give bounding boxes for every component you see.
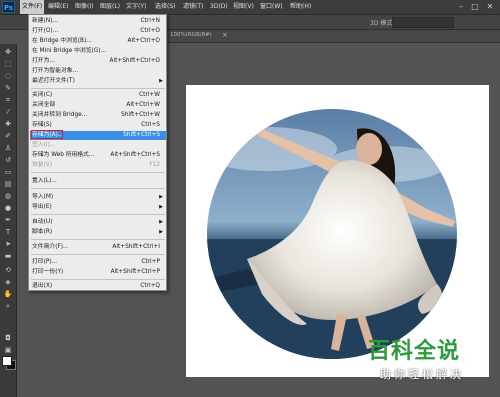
menu-item-import[interactable]: 导入(M) ▶ [30,193,166,202]
menu-item-close-all[interactable]: 关闭全部 Alt+Ctrl+W [30,101,166,110]
menu-item-recent-files[interactable]: 最近打开文件(T) ▶ [30,77,166,86]
menu-3d[interactable]: 3D(D) [210,0,228,14]
crop-tool-icon[interactable]: ⌗ [3,96,13,104]
submenu-arrow-icon: ▶ [159,194,163,200]
document-tab[interactable]: 100%(RGB/8#) [170,32,212,38]
menu-separator [31,279,165,280]
3d-mode-controls[interactable] [392,17,454,28]
move-tool-icon[interactable]: ✥ [3,48,13,56]
menu-item-automate[interactable]: 自动(U) ▶ [30,218,166,227]
menu-help[interactable]: 帮助(H) [290,0,311,14]
submenu-arrow-icon: ▶ [159,229,163,235]
blur-tool-icon[interactable]: ◍ [3,192,13,200]
menu-layer[interactable]: 图层(L) [100,0,120,14]
menu-separator [31,254,165,255]
eyedropper-tool-icon[interactable]: ⁄ [3,108,13,116]
menu-item-open-as[interactable]: 打开为... Alt+Shift+Ctrl+O [30,57,166,66]
quick-mask-icon[interactable]: ◘ [3,334,13,342]
menu-item-export[interactable]: 导出(E) ▶ [30,203,166,212]
eraser-tool-icon[interactable]: ▭ [3,168,13,176]
menu-item-file-info[interactable]: 文件简介(F)... Alt+Shift+Ctrl+I [30,243,166,252]
shape-tool-icon[interactable]: ▬ [3,252,13,260]
3d-mode-label: 3D 模式: [370,20,395,27]
quick-select-tool-icon[interactable]: ✎ [3,84,13,92]
menu-item-revert: 恢复(V) F12 [32,162,160,168]
menu-item-new[interactable]: 新建(N)... Ctrl+N [30,17,166,26]
watermark-subtitle: 助你轻松解决 [380,368,464,381]
hand-tool-icon[interactable]: ✋ [3,290,13,298]
submenu-arrow-icon: ▶ [159,219,163,225]
menu-separator [31,214,165,215]
brush-tool-icon[interactable]: ✐ [3,132,13,140]
healing-brush-tool-icon[interactable]: ✚ [3,120,13,128]
menu-type[interactable]: 文字(Y) [126,0,146,14]
zoom-tool-icon[interactable]: ⌕ [3,302,13,310]
menu-separator [31,239,165,240]
path-selection-tool-icon[interactable]: ➤ [3,240,13,248]
tab-close-icon[interactable]: × [222,31,228,39]
pen-tool-icon[interactable]: ✒ [3,216,13,224]
menu-item-place[interactable]: 置入(L)... [30,177,166,186]
menu-item-open-smart-object[interactable]: 打开为智能对象... [30,67,166,76]
menu-item-save-for-web[interactable]: 存储为 Web 所用格式... Alt+Shift+Ctrl+S [30,151,166,160]
close-icon[interactable]: ✕ [485,2,495,11]
menu-item-exit[interactable]: 退出(X) Ctrl+Q [30,282,166,291]
menu-item-save-as[interactable]: 存储为(A)... Shift+Ctrl+S [30,130,166,140]
submenu-arrow-icon: ▶ [159,204,163,210]
marquee-tool-icon[interactable]: ⬚ [3,60,13,68]
menu-filter[interactable]: 滤镜(T) [183,0,203,14]
menu-separator [31,172,165,173]
foreground-color-swatch[interactable] [2,356,12,366]
type-tool-icon[interactable]: T [3,228,13,236]
menu-view[interactable]: 视图(V) [233,0,254,14]
menu-separator [31,88,165,89]
file-menu-dropdown: 新建(N)... Ctrl+N 打开(O)... Ctrl+O 在 Bridge 中… [28,14,167,291]
dancer-image [207,109,457,359]
menu-item-scripts[interactable]: 脚本(R) ▶ [30,228,166,237]
photoshop-logo: Ps [2,1,15,13]
menu-select[interactable]: 选择(S) [155,0,176,14]
menu-bar: Ps 文件(F) 编辑(E) 图像(I) 图层(L) 文字(Y) 选择(S) 滤… [0,0,500,15]
menu-file[interactable]: 文件(F) [20,0,45,14]
circular-photo [207,109,457,359]
menu-item-save[interactable]: 存储(S) Ctrl+S [30,121,166,130]
menu-item-print-one-copy[interactable]: 打印一份(Y) Alt+Shift+Ctrl+P [30,268,166,277]
menu-window[interactable]: 窗口(W) [260,0,283,14]
menu-item-close-go-bridge[interactable]: 关闭并转到 Bridge... Shift+Ctrl+W [30,111,166,120]
menu-item-close[interactable]: 关闭(C) Ctrl+W [30,91,166,100]
menu-separator [31,188,165,189]
menu-edit[interactable]: 编辑(E) [48,0,68,14]
menu-item-browse-mini-bridge[interactable]: 在 Mini Bridge 中浏览(G)... [30,47,166,56]
clone-stamp-tool-icon[interactable]: ♙ [3,144,13,152]
screen-mode-icon[interactable]: ▣ [3,346,13,354]
menu-image[interactable]: 图像(I) [75,0,93,14]
dodge-tool-icon[interactable]: ● [3,204,13,212]
document-tab-strip [168,30,500,43]
submenu-arrow-icon: ▶ [159,78,163,84]
menu-item-check-in: 签入(I)... [32,142,56,148]
history-brush-tool-icon[interactable]: ↺ [3,156,13,164]
watermark-title: 百科全说 [368,339,461,364]
gradient-tool-icon[interactable]: ▤ [3,180,13,188]
maximize-icon[interactable]: □ [470,2,480,11]
menu-item-print[interactable]: 打印(P)... Ctrl+P [30,258,166,267]
lasso-tool-icon[interactable]: ◌ [3,72,13,80]
minimize-icon[interactable]: – [456,2,466,11]
3d-camera-tool-icon[interactable]: ◈ [3,278,13,286]
menu-item-open[interactable]: 打开(O)... Ctrl+O [30,27,166,36]
toolbox: ✥ ⬚ ◌ ✎ ⌗ ⁄ ✚ ✐ ♙ ↺ ▭ ▤ ◍ ● ✒ T ➤ ▬ ⟲ ◈ … [0,44,17,397]
annotation-highlight-box [31,130,63,139]
3d-rotate-tool-icon[interactable]: ⟲ [3,266,13,274]
menu-item-browse-bridge[interactable]: 在 Bridge 中浏览(B)... Alt+Ctrl+O [30,37,166,46]
